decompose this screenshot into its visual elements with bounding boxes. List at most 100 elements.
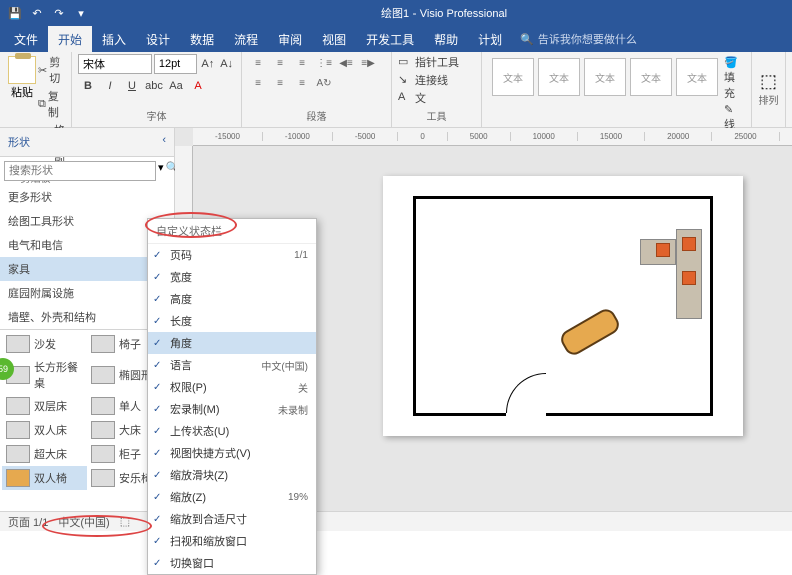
align-right-button[interactable]: ≡ xyxy=(292,74,312,92)
shape-icon xyxy=(91,445,115,463)
cushion-icon xyxy=(656,243,670,257)
shrink-font-button[interactable]: A↓ xyxy=(218,54,235,74)
qat-dropdown-icon[interactable]: ▾ xyxy=(72,4,90,22)
chevron-left-icon[interactable]: ‹ xyxy=(162,134,166,150)
shape-rect-table[interactable]: 长方形餐桌 xyxy=(2,356,87,394)
search-shapes-input[interactable] xyxy=(4,161,156,181)
shape-icon xyxy=(91,397,115,415)
shape-icon xyxy=(6,421,30,439)
tools-label: 工具 xyxy=(398,108,475,125)
style-swatch[interactable]: 文本 xyxy=(584,58,626,96)
shape-xl-bed[interactable]: 超大床 xyxy=(2,442,87,466)
context-menu-item[interactable]: ✓页码1/1 xyxy=(148,244,316,266)
connector-tool-button[interactable]: ↘连接线 xyxy=(398,72,475,88)
tab-plan[interactable]: 计划 xyxy=(468,26,512,53)
strike-button[interactable]: abc xyxy=(144,76,164,96)
align-top-button[interactable]: ≡ xyxy=(248,54,268,72)
arrange-label: 排列 xyxy=(759,92,779,109)
style-swatch[interactable]: 文本 xyxy=(676,58,718,96)
indent-dec-button[interactable]: ◀≡ xyxy=(336,54,356,72)
context-menu-item[interactable]: ✓视图快捷方式(V) xyxy=(148,442,316,464)
fill-button[interactable]: 🪣填充 xyxy=(724,56,743,101)
undo-icon[interactable]: ↶ xyxy=(28,4,46,22)
loveseat-shape[interactable] xyxy=(558,306,623,359)
bucket-icon: 🪣 xyxy=(724,57,738,69)
tell-me-search[interactable]: 🔍 告诉我你想要做什么 xyxy=(512,31,645,47)
bullets-button[interactable]: ⋮≡ xyxy=(314,54,334,72)
indent-inc-button[interactable]: ≡▶ xyxy=(358,54,378,72)
context-menu-item[interactable]: ✓缩放滑块(Z) xyxy=(148,464,316,486)
tab-file[interactable]: 文件 xyxy=(4,26,48,53)
group-shape-styles: 文本 文本 文本 文本 文本 🪣填充 ✎线条 ◯效果 形状样式 xyxy=(482,52,752,127)
save-icon[interactable]: 💾 xyxy=(6,4,24,22)
shape-sofa[interactable]: 沙发 xyxy=(2,332,87,356)
group-clipboard: 粘贴 ✂剪切 ⧉复制 🖌格式刷 剪贴板 xyxy=(0,52,72,127)
underline-button[interactable]: U xyxy=(122,76,142,96)
tab-dev[interactable]: 开发工具 xyxy=(356,26,424,53)
style-swatch[interactable]: 文本 xyxy=(538,58,580,96)
room-shape[interactable] xyxy=(413,196,713,416)
text-case-button[interactable]: Aa xyxy=(166,76,186,96)
shape-loveseat[interactable]: 双人椅 xyxy=(2,466,87,490)
align-bot-button[interactable]: ≡ xyxy=(292,54,312,72)
style-swatch[interactable]: 文本 xyxy=(630,58,672,96)
style-swatch[interactable]: 文本 xyxy=(492,58,534,96)
arrange-icon[interactable]: ⬚ xyxy=(760,71,777,92)
rotate-text-button[interactable]: A↻ xyxy=(314,74,334,92)
context-menu-item[interactable]: ✓宽度 xyxy=(148,266,316,288)
context-menu-item[interactable]: ✓缩放到合适尺寸 xyxy=(148,508,316,530)
status-lang[interactable]: 中文(中国) xyxy=(58,514,109,530)
check-icon: ✓ xyxy=(153,250,161,261)
status-page[interactable]: 页面 1/1 xyxy=(8,514,48,530)
check-icon: ✓ xyxy=(153,492,161,503)
search-icon: 🔍 xyxy=(520,33,534,46)
tab-help[interactable]: 帮助 xyxy=(424,26,468,53)
grow-font-button[interactable]: A↑ xyxy=(199,54,216,74)
tab-process[interactable]: 流程 xyxy=(224,26,268,53)
context-menu-header: 自定义状态栏 xyxy=(148,219,316,244)
context-menu-item[interactable]: ✓高度 xyxy=(148,288,316,310)
context-menu-item[interactable]: ✓缩放(Z)19% xyxy=(148,486,316,508)
window-title: 绘图1 - Visio Professional xyxy=(96,5,792,21)
align-mid-button[interactable]: ≡ xyxy=(270,54,290,72)
redo-icon[interactable]: ↷ xyxy=(50,4,68,22)
tab-data[interactable]: 数据 xyxy=(180,26,224,53)
shape-icon xyxy=(6,445,30,463)
l-sofa-shape[interactable] xyxy=(632,229,702,319)
macro-record-icon[interactable]: ⬚ xyxy=(120,515,130,528)
context-menu-item[interactable]: ✓扫视和缩放窗口 xyxy=(148,530,316,552)
tab-home[interactable]: 开始 xyxy=(48,26,92,53)
context-menu-item[interactable]: ✓角度 xyxy=(148,332,316,354)
align-center-button[interactable]: ≡ xyxy=(270,74,290,92)
context-menu-item[interactable]: ✓长度 xyxy=(148,310,316,332)
align-left-button[interactable]: ≡ xyxy=(248,74,268,92)
italic-button[interactable]: I xyxy=(100,76,120,96)
search-dropdown-icon[interactable]: ▾ xyxy=(158,161,164,181)
copy-button[interactable]: ⧉复制 xyxy=(38,88,65,120)
context-menu-item[interactable]: ✓宏录制(M)未录制 xyxy=(148,398,316,420)
tab-review[interactable]: 审阅 xyxy=(268,26,312,53)
context-menu-item[interactable]: ✓切换窗口 xyxy=(148,552,316,574)
door-arc xyxy=(506,373,546,413)
bold-button[interactable]: B xyxy=(78,76,98,96)
text-tool-button[interactable]: A文 xyxy=(398,90,475,106)
shape-bunk-bed[interactable]: 双层床 xyxy=(2,394,87,418)
drawing-page[interactable] xyxy=(383,176,743,436)
context-menu-item[interactable]: ✓权限(P)关 xyxy=(148,376,316,398)
shape-double-bed[interactable]: 双人床 xyxy=(2,418,87,442)
shape-icon xyxy=(91,366,115,384)
font-size-combo[interactable]: 12pt xyxy=(154,54,198,74)
cut-button[interactable]: ✂剪切 xyxy=(38,54,65,86)
check-icon: ✓ xyxy=(153,316,161,327)
context-menu-item[interactable]: ✓上传状态(U) xyxy=(148,420,316,442)
font-color-button[interactable]: A xyxy=(188,76,208,96)
tab-design[interactable]: 设计 xyxy=(136,26,180,53)
check-icon: ✓ xyxy=(153,404,161,415)
tab-view[interactable]: 视图 xyxy=(312,26,356,53)
check-icon: ✓ xyxy=(153,536,161,547)
pointer-tool-button[interactable]: ▭指针工具 xyxy=(398,54,475,70)
cat-more[interactable]: 更多形状 xyxy=(0,185,174,209)
tab-insert[interactable]: 插入 xyxy=(92,26,136,53)
font-family-combo[interactable]: 宋体 xyxy=(78,54,152,74)
context-menu-item[interactable]: ✓语言中文(中国) xyxy=(148,354,316,376)
